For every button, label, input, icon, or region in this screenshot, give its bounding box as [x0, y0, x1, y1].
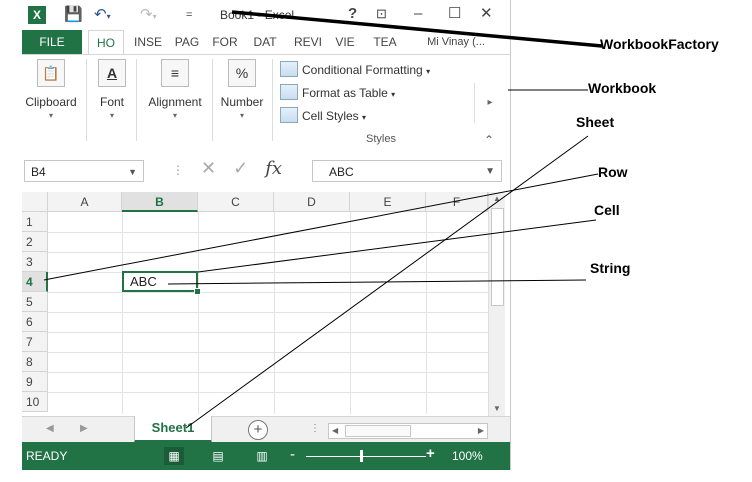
label-sheet: Sheet — [576, 114, 615, 130]
annotation-lines — [43, 10, 603, 429]
label-workbook: Workbook — [588, 80, 657, 96]
label-cell: Cell — [594, 202, 620, 218]
row-pointer — [43, 173, 599, 281]
label-workbookfactory: WorkbookFactory — [600, 36, 719, 52]
cell-pointer — [197, 219, 597, 273]
label-row: Row — [598, 164, 628, 180]
string-pointer — [167, 279, 587, 285]
workbookfactory-pointer — [231, 10, 603, 48]
label-string: String — [590, 260, 631, 276]
